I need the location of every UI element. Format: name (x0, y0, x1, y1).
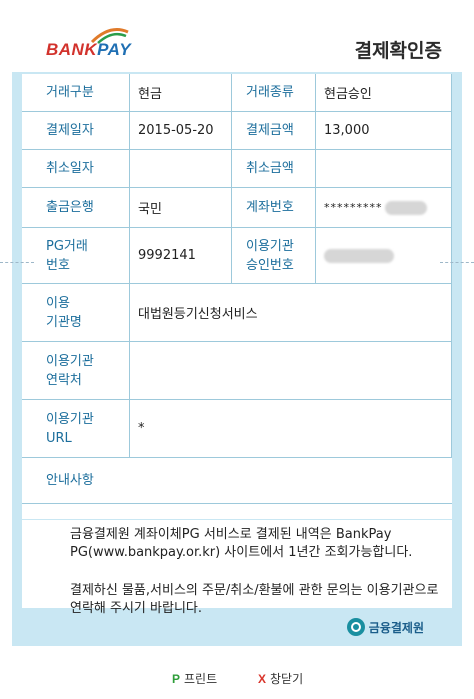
account-number-redaction (384, 200, 427, 215)
org-contact-label: 이용기관 연락처 (22, 342, 130, 400)
trade-kind-label: 거래종류 (232, 74, 316, 112)
notice-section: 금융결제원 계좌이체PG 서비스로 결제된 내역은 BankPay PG(www… (22, 520, 452, 616)
approval-number-value (316, 228, 452, 284)
print-button[interactable]: P 프린트 (172, 670, 217, 687)
pay-amount-value: 13,000 (316, 112, 452, 150)
pay-amount-label: 결제금액 (232, 112, 316, 150)
bank-value: 국민 (130, 188, 232, 228)
trade-type-value: 현금 (130, 74, 232, 112)
close-window-button[interactable]: X 창닫기 (258, 670, 303, 687)
notice-text-retention: 금융결제원 계좌이체PG 서비스로 결제된 내역은 BankPay PG(www… (70, 527, 413, 560)
payment-info-table: 거래구분 현금 거래종류 현금승인 결제일자 2015-05-20 결제금액 1… (22, 74, 452, 519)
account-value-cell: ********* (316, 188, 452, 228)
close-icon: X (258, 671, 267, 686)
action-bar: P 프린트 X 창닫기 (0, 670, 474, 690)
org-contact-value (130, 342, 452, 400)
pg-number-value: 9992141 (130, 228, 232, 284)
org-name-value: 대법원등기신청서비스 (130, 284, 452, 342)
bank-label: 출금은행 (22, 188, 130, 228)
pay-date-label: 결제일자 (22, 112, 130, 150)
pg-number-label: PG거래 번호 (22, 228, 130, 284)
receipt-header: BANKPAY 결제확인증 (12, 12, 462, 72)
print-key-icon: P (172, 671, 181, 686)
pay-date-value: 2015-05-20 (130, 112, 232, 150)
cancel-date-value (130, 150, 232, 188)
page-title: 결제확인증 (354, 40, 442, 62)
approval-number-redaction (324, 248, 394, 263)
account-label: 계좌번호 (232, 188, 316, 228)
notice-label: 안내사항 (22, 458, 452, 504)
cancel-amount-label: 취소금액 (232, 150, 316, 188)
cancel-amount-value (316, 150, 452, 188)
trade-type-label: 거래구분 (22, 74, 130, 112)
trade-kind-value: 현금승인 (316, 74, 452, 112)
org-url-value: * (130, 400, 452, 458)
account-number-masked: ********* (324, 201, 383, 214)
cancel-date-label: 취소일자 (22, 150, 130, 188)
org-url-label: 이용기관 URL (22, 400, 130, 458)
approval-number-label: 이용기관 승인번호 (232, 228, 316, 284)
receipt-frame: BANKPAY 결제확인증 거래구분 현금 거래종류 현금승인 결제일자 201… (12, 12, 462, 646)
left-scan-dash (0, 262, 34, 263)
right-scan-dash (440, 262, 474, 263)
bankpay-logo: BANKPAY (46, 40, 132, 59)
kftc-logo: 금융결제원 (346, 618, 424, 636)
kftc-mark-icon (346, 618, 365, 636)
org-name-label: 이용 기관명 (22, 284, 130, 342)
notice-text-inquiry: 결제하신 물품,서비스의 주문/취소/환불에 관한 문의는 이용기관으로 연락해… (70, 583, 439, 616)
